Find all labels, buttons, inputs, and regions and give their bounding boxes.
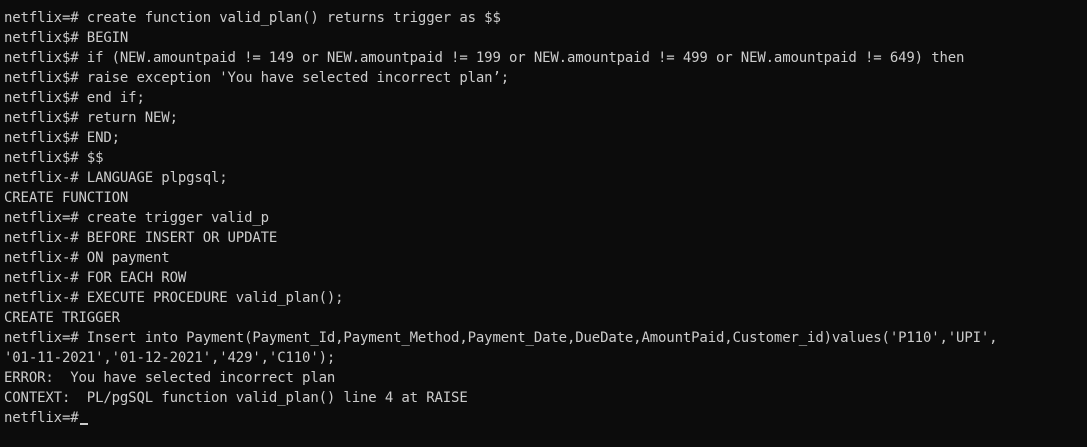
terminal-line: netflix-# FOR EACH ROW	[4, 270, 187, 286]
terminal-line: CREATE TRIGGER	[4, 310, 120, 326]
terminal-line: netflix-# BEFORE INSERT OR UPDATE	[4, 230, 278, 246]
terminal-prompt: netflix=#	[4, 410, 79, 426]
terminal-output: netflix=# create function valid_plan() r…	[4, 8, 1078, 428]
terminal-line: netflix=# create function valid_plan() r…	[4, 10, 501, 26]
terminal-line: netflix$# END;	[4, 130, 120, 146]
terminal-line: netflix$# end if;	[4, 90, 145, 106]
terminal-line: netflix=# Insert into Payment(Payment_Id…	[4, 330, 998, 346]
terminal-line: netflix-# EXECUTE PROCEDURE valid_plan()…	[4, 290, 344, 306]
terminal-line: CONTEXT: PL/pgSQL function valid_plan() …	[4, 390, 468, 406]
terminal-line: netflix$# $$	[4, 150, 104, 166]
terminal-window[interactable]: netflix=# create function valid_plan() r…	[0, 0, 1087, 447]
terminal-line: ERROR: You have selected incorrect plan	[4, 370, 336, 386]
text-cursor	[79, 423, 88, 425]
terminal-line: netflix=# create trigger valid_p	[4, 210, 269, 226]
terminal-line: netflix$# return NEW;	[4, 110, 178, 126]
terminal-line: netflix-# LANGUAGE plpgsql;	[4, 170, 228, 186]
terminal-line: netflix$# if (NEW.amountpaid != 149 or N…	[4, 50, 965, 66]
terminal-line: '01-11-2021','01-12-2021','429','C110');	[4, 350, 336, 366]
terminal-line: CREATE FUNCTION	[4, 190, 129, 206]
terminal-line: netflix$# raise exception 'You have sele…	[4, 70, 510, 86]
terminal-line: netflix-# ON payment	[4, 250, 170, 266]
terminal-line: netflix$# BEGIN	[4, 30, 129, 46]
vertical-scrollbar[interactable]	[1078, 0, 1087, 447]
terminal-input-line[interactable]: netflix=#	[4, 408, 1078, 428]
